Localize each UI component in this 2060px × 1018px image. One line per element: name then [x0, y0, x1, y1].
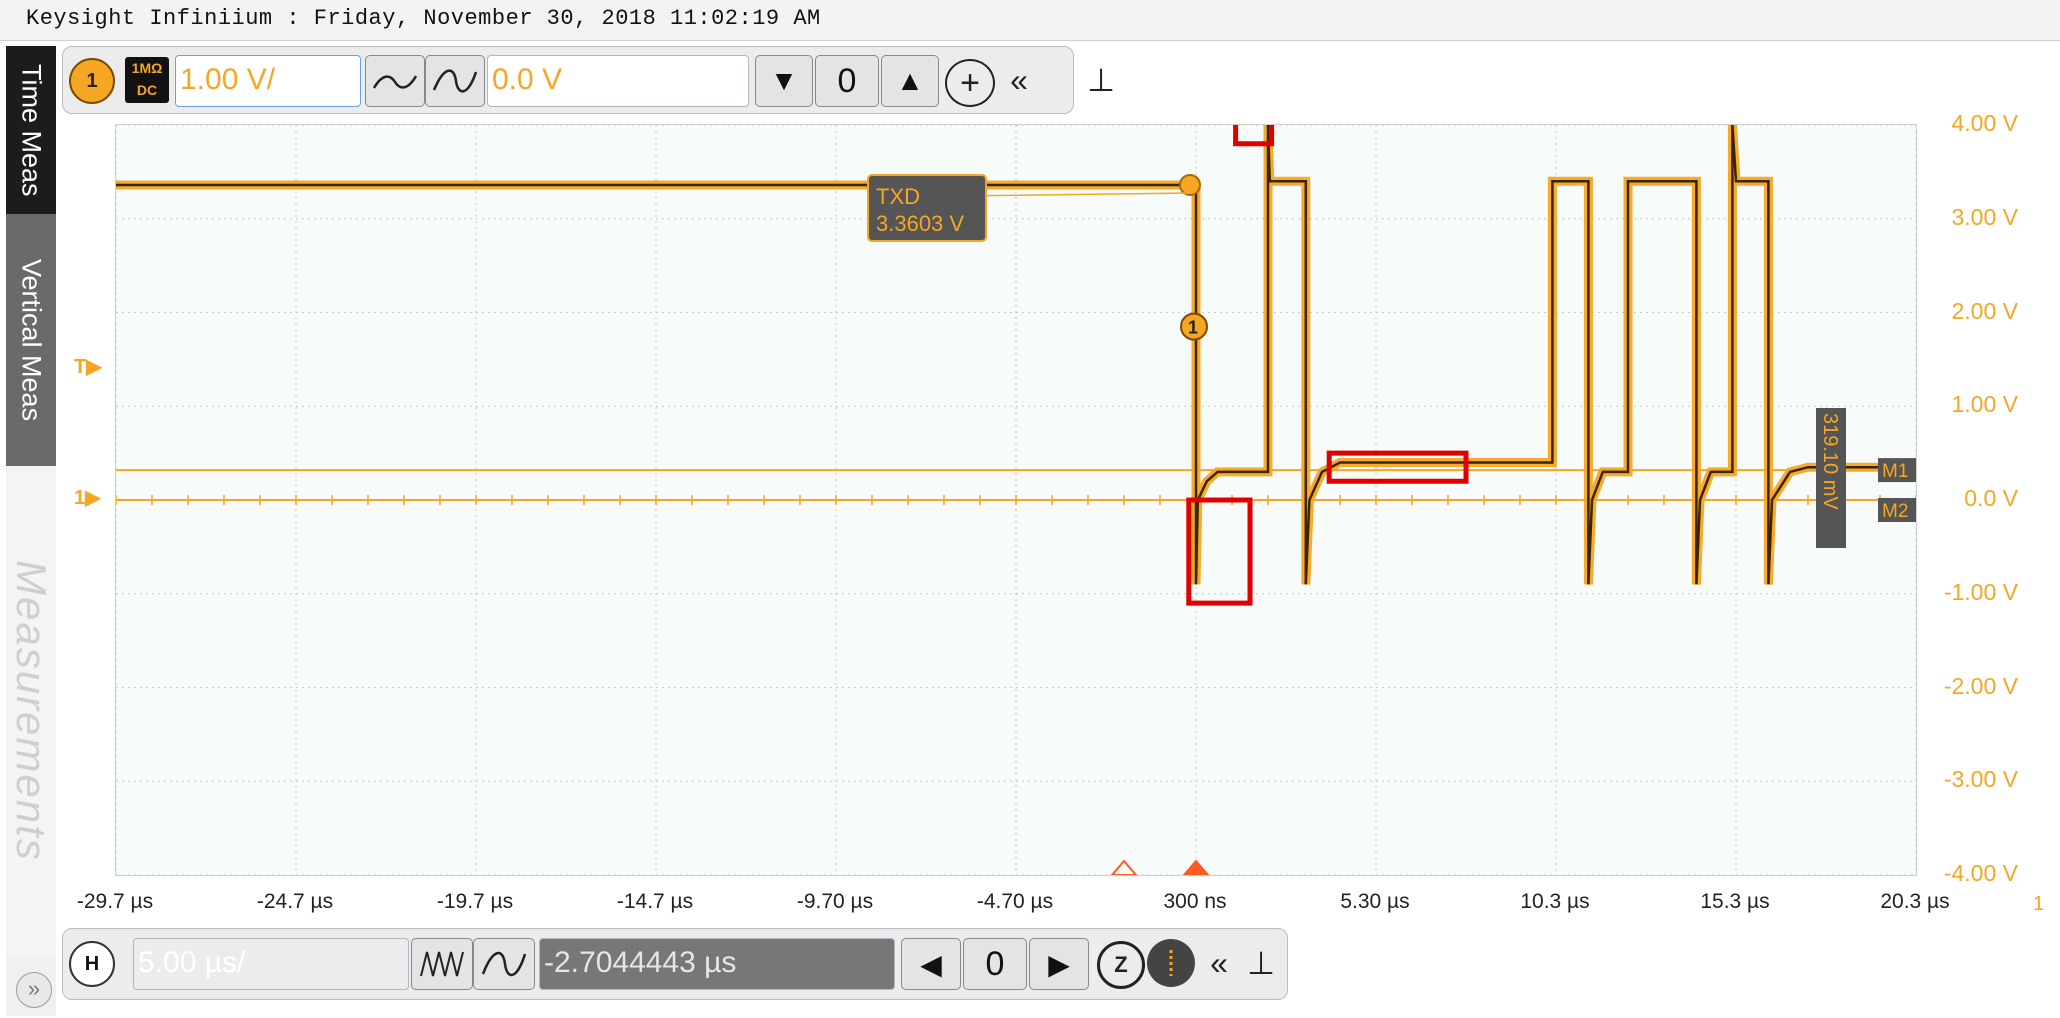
y-tick-label: -1.00 V: [1943, 578, 2018, 605]
multi-wave-icon: [420, 951, 464, 977]
window-titlebar: Keysight Infiniium : Friday, November 30…: [0, 0, 2060, 41]
tab-time-meas-label: Time Meas: [16, 63, 47, 197]
window-title: Keysight Infiniium : Friday, November 30…: [26, 6, 821, 31]
position-right-icon[interactable]: ▶: [1029, 938, 1089, 990]
dc-coupling-icon[interactable]: [425, 55, 485, 107]
edge-marker-label: 1: [1188, 318, 1198, 338]
zoom-icon[interactable]: Z: [1097, 941, 1145, 989]
x-tick-label: -14.7 µs: [616, 890, 694, 913]
offset-up-icon[interactable]: ▲: [881, 55, 939, 107]
x-tick-label: 5.30 µs: [1340, 890, 1410, 913]
ac-coupling-icon[interactable]: [365, 55, 425, 107]
ground-reference-marker[interactable]: 1▶: [74, 485, 101, 510]
offset-field[interactable]: 0.0 V: [487, 55, 749, 107]
position-left-icon[interactable]: ◀: [901, 938, 961, 990]
collapse-icon[interactable]: «: [1201, 939, 1237, 987]
tab-vertical-meas-label: Vertical Meas: [16, 258, 47, 422]
ac-wave-icon: [372, 75, 418, 89]
coupling-badge[interactable]: 1MΩ DC: [125, 57, 169, 103]
delay-marker-icon[interactable]: [1147, 939, 1195, 987]
side-tabs: Time Meas Vertical Meas Measurements »: [6, 46, 56, 1016]
y-tick-label: -2.00 V: [1943, 672, 2018, 699]
trigger-position-marker: [1110, 859, 1138, 875]
dc-label: DC: [136, 82, 158, 98]
x-tick-label: -29.7 µs: [76, 890, 154, 913]
channel-1-button[interactable]: 1: [69, 58, 115, 104]
horizontal-toolbar: H 5.00 µs/ -2.7044443 µs ◀ 0 ▶ Z « ⊥: [62, 928, 1288, 1000]
x-tick-label: 20.3 µs: [1880, 890, 1950, 913]
expand-panel-icon[interactable]: »: [16, 972, 52, 1008]
offset-down-icon[interactable]: ▼: [755, 55, 813, 107]
time-scale-field[interactable]: 5.00 µs/: [133, 938, 409, 990]
sine-wave-icon: [481, 952, 527, 976]
add-channel-icon[interactable]: +: [945, 59, 995, 107]
x-tick-label: 10.3 µs: [1520, 890, 1590, 913]
tab-measurements[interactable]: Measurements: [6, 466, 56, 956]
trigger-position-marker: [1182, 859, 1210, 875]
y-tick-label: 1.00 V: [1951, 391, 2019, 418]
fine-scale-icon[interactable]: [411, 938, 473, 990]
position-zero-icon[interactable]: 0: [963, 938, 1027, 990]
y-tick-label: -4.00 V: [1943, 860, 2018, 886]
vertical-toolbar: 1 1MΩ DC 1.00 V/ 0.0 V ▼ 0 ▲ + « ⊥: [62, 46, 1115, 114]
collapse-icon[interactable]: «: [1001, 57, 1037, 103]
y-tick-label: 3.00 V: [1951, 203, 2019, 230]
dotted-marker-icon: [1169, 950, 1173, 976]
tab-time-meas[interactable]: Time Meas: [6, 46, 56, 214]
x-axis-labels: -29.7 µs -24.7 µs -19.7 µs -14.7 µs -9.70 µs…: [0, 890, 2060, 920]
coarse-scale-icon[interactable]: [473, 938, 535, 990]
highlight-box: [1326, 450, 1469, 484]
callout-anchor-dot: [1179, 174, 1201, 196]
marker-delta-label: 319.10 mV: [1819, 413, 1841, 510]
x-tick-label: 300 ns: [1163, 890, 1227, 913]
horizontal-button[interactable]: H: [69, 941, 115, 987]
x-tick-label: -19.7 µs: [436, 890, 514, 913]
impedance-label: 1MΩ: [131, 60, 163, 76]
tab-measurements-label: Measurements: [8, 560, 55, 862]
trigger-level-marker[interactable]: T▶: [74, 354, 102, 379]
callout-value: 3.3603 V: [876, 211, 964, 236]
waveform-display[interactable]: TXD 3.3603 V 1 319.10 mV M1 M2: [115, 124, 1917, 876]
time-position-field[interactable]: -2.7044443 µs: [539, 938, 895, 990]
waveform-svg: TXD3.3603 V 1 319.10 mV M1 M2: [116, 125, 1916, 875]
x-tick-label: -4.70 µs: [976, 890, 1054, 913]
x-tick-label: -24.7 µs: [256, 890, 334, 913]
pin-icon[interactable]: ⊥: [1243, 939, 1279, 987]
marker-m2-label: M2: [1882, 501, 1908, 522]
x-tick-label: 15.3 µs: [1700, 890, 1770, 913]
y-axis-labels: 4.00 V 3.00 V 2.00 V 1.00 V 0.0 V -1.00 V -2.0…: [1928, 110, 2038, 886]
sine-wave-icon: [432, 69, 478, 93]
vertical-scale-field[interactable]: 1.00 V/: [175, 55, 361, 107]
callout-name: TXD: [876, 184, 920, 209]
y-tick-label: 0.0 V: [1964, 485, 2018, 511]
pin-icon[interactable]: ⊥: [1081, 57, 1121, 103]
y-tick-label: 4.00 V: [1951, 110, 2019, 136]
offset-zero-icon[interactable]: 0: [815, 55, 879, 107]
y-tick-label: 2.00 V: [1951, 297, 2019, 324]
marker-m1-label: M1: [1882, 461, 1908, 482]
x-tick-label: -9.70 µs: [796, 890, 874, 913]
y-tick-label: -3.00 V: [1943, 766, 2018, 793]
axis-channel-marker: 1: [2033, 893, 2045, 915]
tab-vertical-meas[interactable]: Vertical Meas: [6, 214, 56, 466]
